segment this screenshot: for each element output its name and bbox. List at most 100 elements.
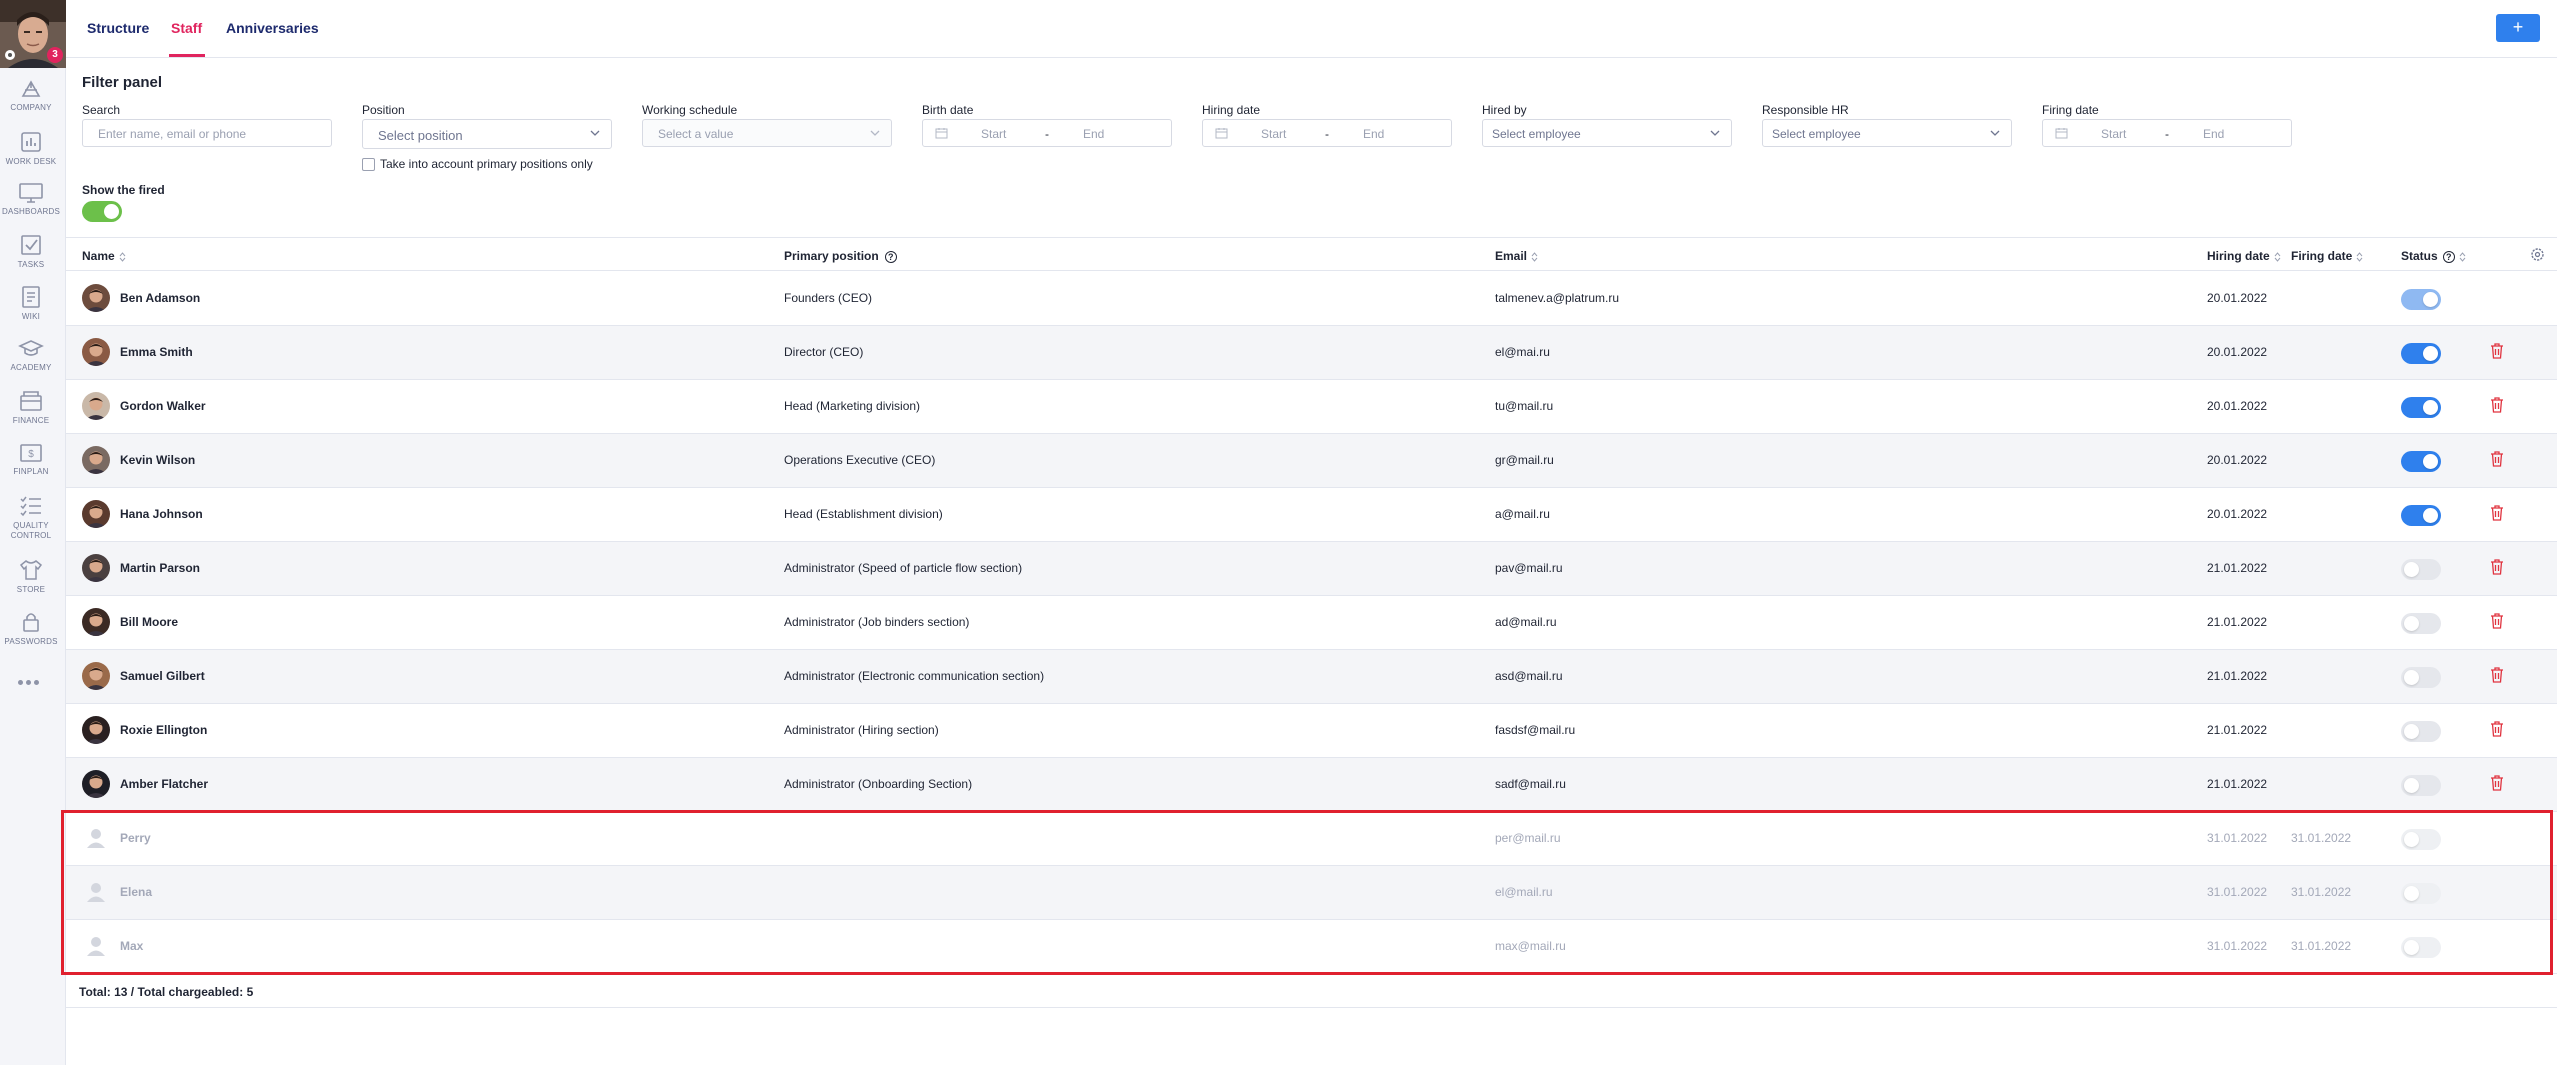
status-toggle[interactable] [2401,451,2441,472]
more-icon[interactable] [18,672,44,685]
status-toggle[interactable] [2401,883,2441,904]
sidebar-item-wiki[interactable]: WIKI [0,285,62,322]
status-toggle[interactable] [2401,937,2441,958]
firing-date-end[interactable]: End [2203,127,2224,141]
sort-icon[interactable] [2356,252,2363,262]
add-employee-button[interactable]: + [2496,14,2540,42]
table-row[interactable]: Amber Flatcher Administrator (Onboarding … [66,758,2557,812]
responsible-hr-select[interactable]: Select employee [1762,119,2012,147]
employee-name[interactable]: Martin Parson [120,561,200,575]
sidebar-item-company[interactable]: COMPANY [0,78,62,113]
employee-name[interactable]: Max [120,939,143,953]
help-icon[interactable]: ? [884,250,897,263]
employee-name[interactable]: Ben Adamson [120,291,200,305]
sort-icon[interactable] [2459,252,2466,262]
firing-date-range[interactable]: Start - End [2042,119,2292,147]
employee-name[interactable]: Roxie Ellington [120,723,207,737]
status-toggle[interactable] [2401,775,2441,796]
trash-icon[interactable] [2490,559,2504,580]
sidebar-item-finance[interactable]: FINANCE [0,389,62,426]
status-toggle[interactable] [2401,721,2441,742]
birth-date-end[interactable]: End [1083,127,1104,141]
gear-icon[interactable] [2530,247,2545,262]
table-row[interactable]: Samuel Gilbert Administrator (Electronic … [66,650,2557,704]
primary-positions-checkbox[interactable] [362,158,375,172]
working-schedule-label: Working schedule [642,103,738,117]
status-toggle[interactable] [2401,343,2441,364]
trash-icon[interactable] [2490,451,2504,472]
status-toggle[interactable] [2401,829,2441,850]
tab-structure[interactable]: Structure [87,20,149,36]
status-toggle[interactable] [2401,613,2441,634]
search-input[interactable]: Enter name, email or phone [82,119,332,147]
trash-icon[interactable] [2490,505,2504,526]
primary-position: Administrator (Electronic communication … [784,669,1045,683]
employee-name[interactable]: Elena [120,885,152,899]
sidebar-item-dashboards[interactable]: DASHBOARDS [0,182,62,217]
working-schedule-select[interactable]: Select a value [642,119,892,147]
sidebar-item-tasks[interactable]: TASKS [0,233,62,270]
table-row[interactable]: Gordon Walker Head (Marketing division) tu… [66,380,2557,434]
employee-name[interactable]: Hana Johnson [120,507,203,521]
help-icon[interactable]: ? [2442,250,2455,263]
birth-date-start[interactable]: Start [981,127,1006,141]
sort-icon[interactable] [119,252,126,262]
sidebar-item-passwords[interactable]: PASSWORDS [0,610,62,647]
hiring-date-end[interactable]: End [1363,127,1384,141]
sidebar-item-label: FINPLAN [13,467,49,476]
column-name[interactable]: Name [82,249,126,263]
user-avatar[interactable]: 3 [0,0,66,68]
trash-icon[interactable] [2490,721,2504,742]
hired-by-select[interactable]: Select employee [1482,119,1732,147]
sort-icon[interactable] [2274,252,2281,262]
sort-icon[interactable] [1531,252,1538,262]
employee-name[interactable]: Bill Moore [120,615,178,629]
employee-name[interactable]: Kevin Wilson [120,453,195,467]
trash-icon[interactable] [2490,397,2504,418]
table-row[interactable]: Roxie Ellington Administrator (Hiring sec… [66,704,2557,758]
status-toggle[interactable] [2401,559,2441,580]
trash-icon[interactable] [2490,613,2504,634]
sidebar-item-finplan[interactable]: $ FINPLAN [0,442,62,477]
hiring-date-start[interactable]: Start [1261,127,1286,141]
table-row[interactable]: Hana Johnson Head (Establishment division… [66,488,2557,542]
sidebar-item-quality-control[interactable]: QUALITY CONTROL [0,494,62,541]
trash-icon[interactable] [2490,775,2504,796]
birth-date-range[interactable]: Start - End [922,119,1172,147]
hiring-date-range[interactable]: Start - End [1202,119,1452,147]
tab-staff[interactable]: Staff [171,20,202,36]
table-row[interactable]: Kevin Wilson Operations Executive (CEO) gr… [66,434,2557,488]
column-hiring-date[interactable]: Hiring date [2207,249,2281,263]
employee-name[interactable]: Samuel Gilbert [120,669,205,683]
primary-positions-checkbox-row[interactable]: Take into account primary positions only [362,157,593,172]
column-email[interactable]: Email [1495,249,1538,263]
table-row[interactable]: Perry per@mail.ru 31.01.2022 31.01.2022 [66,812,2557,866]
table-row[interactable]: Martin Parson Administrator (Speed of par… [66,542,2557,596]
trash-icon[interactable] [2490,343,2504,364]
gear-icon[interactable] [3,48,17,62]
status-toggle[interactable] [2401,667,2441,688]
status-toggle[interactable] [2401,397,2441,418]
employee-name[interactable]: Emma Smith [120,345,193,359]
table-row[interactable]: Bill Moore Administrator (Job binders sec… [66,596,2557,650]
table-row[interactable]: Emma Smith Director (CEO) el@mai.ru 20.01.2… [66,326,2557,380]
table-row[interactable]: Ben Adamson Founders (CEO) talmenev.a@plat… [66,272,2557,326]
primary-position: Director (CEO) [784,345,864,359]
position-select[interactable]: Select position [362,119,612,149]
column-status[interactable]: Status? [2401,249,2466,263]
sidebar-item-store[interactable]: STORE [0,558,62,595]
status-toggle[interactable] [2401,505,2441,526]
table-row[interactable]: Max max@mail.ru 31.01.2022 31.01.2022 [66,920,2557,974]
employee-name[interactable]: Gordon Walker [120,399,206,413]
employee-name[interactable]: Perry [120,831,151,845]
sidebar-item-work-desk[interactable]: WORK DESK [0,130,62,167]
column-firing-date[interactable]: Firing date [2291,249,2363,263]
table-row[interactable]: Elena el@mail.ru 31.01.2022 31.01.2022 [66,866,2557,920]
tab-anniversaries[interactable]: Anniversaries [226,20,319,36]
status-toggle[interactable] [2401,289,2441,310]
show-fired-toggle[interactable] [82,201,122,222]
employee-name[interactable]: Amber Flatcher [120,777,208,791]
trash-icon[interactable] [2490,667,2504,688]
sidebar-item-academy[interactable]: ACADEMY [0,338,62,373]
firing-date-start[interactable]: Start [2101,127,2126,141]
